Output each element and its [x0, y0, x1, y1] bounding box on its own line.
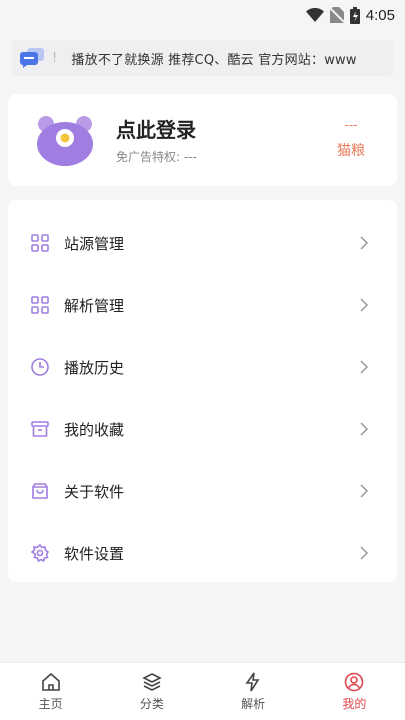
chevron-right-icon [360, 360, 369, 374]
home-icon [41, 672, 60, 691]
menu-item-label: 站源管理 [64, 234, 125, 253]
battery-icon [349, 6, 360, 24]
tab-home[interactable]: 主页 [0, 663, 101, 720]
tab-mine[interactable]: 我的 [304, 663, 405, 720]
menu-list: 站源管理 解析管理 播放历史 我的收藏 关于软件 软件设置 [8, 200, 397, 582]
menu-item-play-history[interactable]: 播放历史 [8, 342, 397, 392]
menu-item-source-management[interactable]: 站源管理 [8, 218, 397, 268]
chevron-right-icon [360, 422, 369, 436]
menu-item-favorites[interactable]: 我的收藏 [8, 404, 397, 454]
layers-icon [142, 672, 162, 691]
chat-bubble-icon [12, 48, 52, 68]
ad-free-privilege: 免广告特权: --- [116, 150, 197, 164]
gear-icon [30, 543, 50, 563]
menu-item-parse-management[interactable]: 解析管理 [8, 280, 397, 330]
avatar[interactable] [36, 114, 94, 166]
lightning-icon [245, 672, 260, 691]
tab-label: 解析 [241, 696, 266, 711]
cat-food-label: 猫粮 [337, 143, 365, 159]
menu-item-about[interactable]: 关于软件 [8, 466, 397, 516]
chevron-right-icon [360, 484, 369, 498]
no-sim-icon [329, 7, 344, 23]
notice-lead: ! [52, 50, 58, 66]
tab-label: 我的 [342, 696, 367, 711]
menu-item-settings[interactable]: 软件设置 [8, 528, 397, 578]
chevron-right-icon [360, 298, 369, 312]
wifi-icon [305, 8, 324, 22]
menu-item-label: 我的收藏 [64, 420, 125, 439]
tab-category[interactable]: 分类 [101, 663, 202, 720]
clock-icon [30, 357, 50, 377]
grid-icon [30, 233, 50, 253]
bottom-tab-bar: 主页 分类 解析 我的 [0, 662, 405, 720]
login-title[interactable]: 点此登录 [116, 114, 196, 143]
notice-text: 播放不了就换源 推荐CQ、酷云 官方网站：www [71, 52, 357, 68]
user-card[interactable]: 点此登录 免广告特权: --- --- 猫粮 [8, 94, 397, 186]
chevron-right-icon [360, 236, 369, 250]
cat-food-count: --- [344, 118, 358, 132]
tab-parse[interactable]: 解析 [203, 663, 304, 720]
user-icon [345, 672, 364, 691]
status-bar: 4:05 [0, 0, 405, 30]
tab-label: 主页 [38, 696, 63, 711]
clock-time: 4:05 [365, 6, 395, 24]
menu-item-label: 关于软件 [64, 482, 125, 501]
tab-label: 分类 [139, 696, 164, 711]
grid-icon [30, 295, 50, 315]
bag-icon [30, 481, 50, 501]
archive-icon [30, 419, 50, 439]
chevron-right-icon [360, 546, 369, 560]
menu-item-label: 软件设置 [64, 544, 125, 563]
menu-item-label: 播放历史 [64, 358, 125, 377]
notice-banner[interactable]: ! 播放不了就换源 推荐CQ、酷云 官方网站：www [12, 40, 393, 76]
menu-item-label: 解析管理 [64, 296, 125, 315]
cat-food-balance[interactable]: --- 猫粮 [337, 118, 365, 160]
